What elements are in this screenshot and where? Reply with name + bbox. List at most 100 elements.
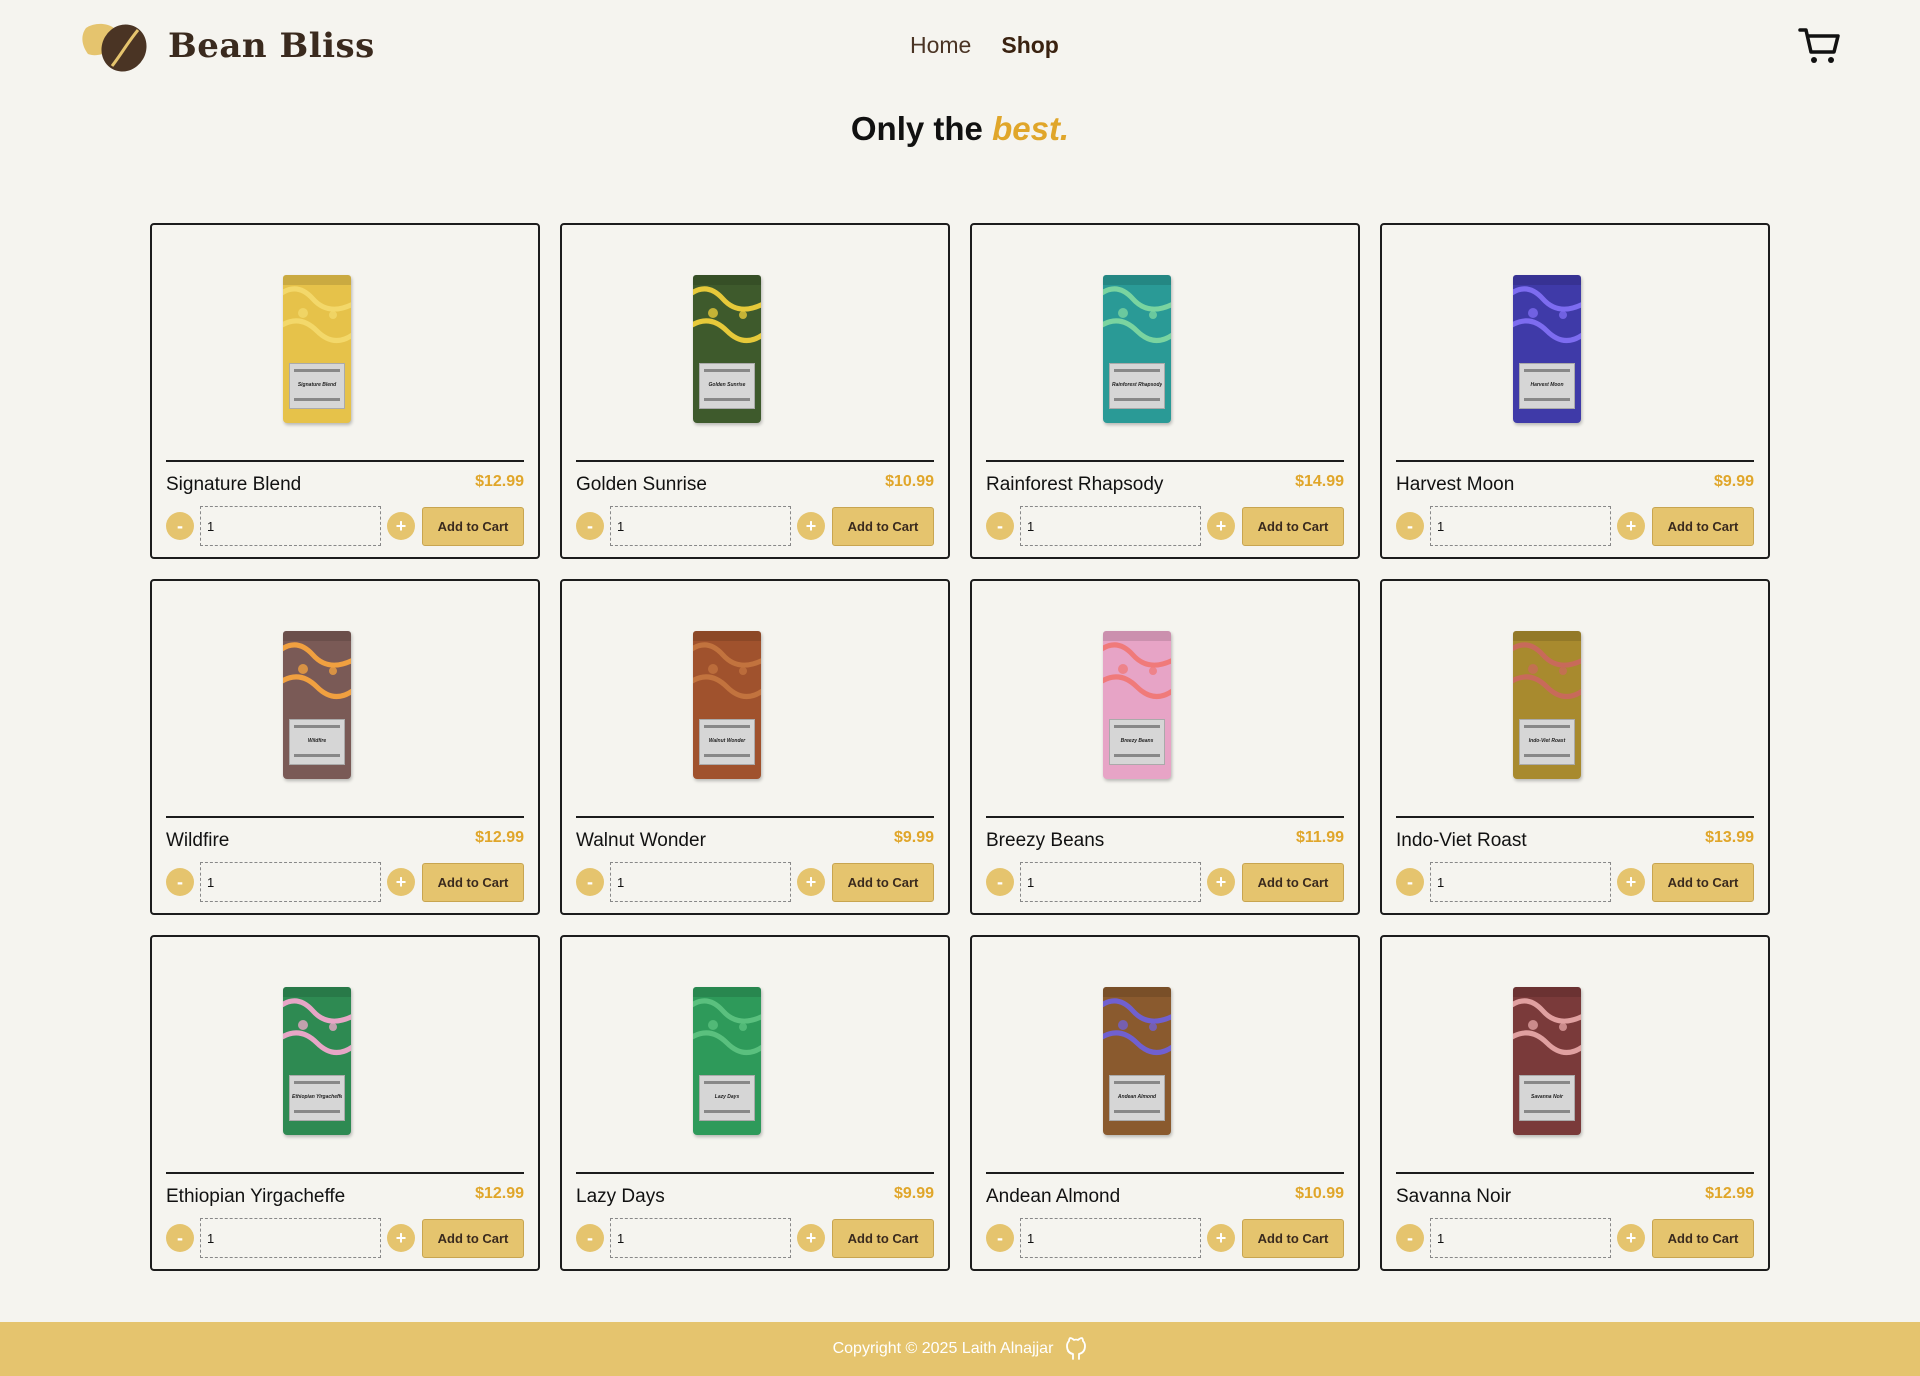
increase-quantity-button[interactable]: + bbox=[387, 868, 415, 896]
card-divider bbox=[986, 816, 1344, 818]
quantity-input[interactable] bbox=[610, 506, 791, 546]
add-to-cart-button[interactable]: Add to Cart bbox=[1652, 506, 1754, 546]
bag-label-text: Lazy Days bbox=[714, 1094, 740, 1100]
increase-quantity-button[interactable]: + bbox=[387, 512, 415, 540]
nav-home-link[interactable]: Home bbox=[910, 32, 971, 59]
add-to-cart-button[interactable]: Add to Cart bbox=[422, 506, 524, 546]
shopping-cart-icon[interactable] bbox=[1798, 26, 1842, 66]
product-image: Harvest Moon bbox=[1382, 275, 1768, 423]
brand-logo[interactable]: Bean Bliss bbox=[80, 18, 375, 74]
increase-quantity-button[interactable]: + bbox=[387, 1224, 415, 1252]
product-image: Breezy Beans bbox=[972, 631, 1358, 779]
quantity-controls: - + Add to Cart bbox=[1396, 862, 1754, 902]
product-name: Savanna Noir bbox=[1396, 1186, 1512, 1207]
brand-name: Bean Bliss bbox=[168, 26, 375, 66]
quantity-controls: - + Add to Cart bbox=[576, 1218, 934, 1258]
decrease-quantity-button[interactable]: - bbox=[986, 512, 1014, 540]
add-to-cart-button[interactable]: Add to Cart bbox=[1242, 862, 1344, 902]
add-to-cart-button[interactable]: Add to Cart bbox=[1242, 1218, 1344, 1258]
quantity-input[interactable] bbox=[1020, 862, 1201, 902]
increase-quantity-button[interactable]: + bbox=[1207, 868, 1235, 896]
quantity-input[interactable] bbox=[1020, 1218, 1201, 1258]
coffee-bag-image: Andean Almond bbox=[1103, 987, 1171, 1135]
card-divider bbox=[576, 816, 934, 818]
decrease-quantity-button[interactable]: - bbox=[986, 868, 1014, 896]
bag-label: Andean Almond bbox=[1109, 1075, 1165, 1121]
card-divider bbox=[576, 460, 934, 462]
decrease-quantity-button[interactable]: - bbox=[576, 1224, 604, 1252]
product-image: Savanna Noir bbox=[1382, 987, 1768, 1135]
coffee-bag-image: Signature Blend bbox=[283, 275, 351, 423]
site-header: Bean Bliss Home Shop bbox=[0, 0, 1920, 95]
decrease-quantity-button[interactable]: - bbox=[986, 1224, 1014, 1252]
decrease-quantity-button[interactable]: - bbox=[166, 868, 194, 896]
product-card: Golden Sunrise Golden Sunrise $10.99 - +… bbox=[560, 223, 950, 559]
increase-quantity-button[interactable]: + bbox=[1207, 512, 1235, 540]
bag-label-text: Golden Sunrise bbox=[708, 382, 746, 388]
increase-quantity-button[interactable]: + bbox=[1617, 512, 1645, 540]
coffee-bag-image: Harvest Moon bbox=[1513, 275, 1581, 423]
quantity-input[interactable] bbox=[1020, 506, 1201, 546]
quantity-input[interactable] bbox=[1430, 506, 1611, 546]
add-to-cart-button[interactable]: Add to Cart bbox=[832, 1218, 934, 1258]
card-divider bbox=[576, 1172, 934, 1174]
product-price: $12.99 bbox=[1705, 1185, 1754, 1202]
product-image: Lazy Days bbox=[562, 987, 948, 1135]
decrease-quantity-button[interactable]: - bbox=[1396, 512, 1424, 540]
decrease-quantity-button[interactable]: - bbox=[1396, 868, 1424, 896]
main-nav: Home Shop bbox=[910, 32, 1059, 59]
quantity-input[interactable] bbox=[200, 862, 381, 902]
github-icon[interactable] bbox=[1065, 1337, 1087, 1361]
decrease-quantity-button[interactable]: - bbox=[576, 512, 604, 540]
product-name: Harvest Moon bbox=[1396, 474, 1515, 495]
product-card: Savanna Noir Savanna Noir $12.99 - + Add… bbox=[1380, 935, 1770, 1271]
page-heading: Only the best. bbox=[0, 110, 1920, 148]
quantity-input[interactable] bbox=[1430, 862, 1611, 902]
add-to-cart-button[interactable]: Add to Cart bbox=[832, 506, 934, 546]
quantity-input[interactable] bbox=[200, 1218, 381, 1258]
add-to-cart-button[interactable]: Add to Cart bbox=[1242, 506, 1344, 546]
increase-quantity-button[interactable]: + bbox=[797, 512, 825, 540]
increase-quantity-button[interactable]: + bbox=[797, 1224, 825, 1252]
product-price: $12.99 bbox=[475, 473, 524, 490]
card-divider bbox=[1396, 1172, 1754, 1174]
bag-label-text: Wildfire bbox=[307, 738, 327, 744]
product-card: Signature Blend Signature Blend $12.99 -… bbox=[150, 223, 540, 559]
decrease-quantity-button[interactable]: - bbox=[1396, 1224, 1424, 1252]
product-price: $10.99 bbox=[1295, 1185, 1344, 1202]
quantity-input[interactable] bbox=[610, 1218, 791, 1258]
product-name: Golden Sunrise bbox=[576, 474, 707, 495]
product-image: Indo-Viet Roast bbox=[1382, 631, 1768, 779]
nav-shop-link[interactable]: Shop bbox=[1001, 32, 1059, 59]
add-to-cart-button[interactable]: Add to Cart bbox=[422, 862, 524, 902]
bag-label-text: Walnut Wonder bbox=[708, 738, 746, 744]
decrease-quantity-button[interactable]: - bbox=[576, 868, 604, 896]
add-to-cart-button[interactable]: Add to Cart bbox=[1652, 1218, 1754, 1258]
quantity-controls: - + Add to Cart bbox=[986, 862, 1344, 902]
add-to-cart-button[interactable]: Add to Cart bbox=[422, 1218, 524, 1258]
quantity-input[interactable] bbox=[610, 862, 791, 902]
quantity-controls: - + Add to Cart bbox=[166, 862, 524, 902]
quantity-controls: - + Add to Cart bbox=[166, 1218, 524, 1258]
product-card: Walnut Wonder Walnut Wonder $9.99 - + Ad… bbox=[560, 579, 950, 915]
coffee-bag-image: Indo-Viet Roast bbox=[1513, 631, 1581, 779]
increase-quantity-button[interactable]: + bbox=[797, 868, 825, 896]
coffee-bag-image: Golden Sunrise bbox=[693, 275, 761, 423]
increase-quantity-button[interactable]: + bbox=[1207, 1224, 1235, 1252]
copyright-text: Copyright © 2025 Laith Alnajjar bbox=[832, 1340, 1054, 1357]
heading-accent: best. bbox=[992, 110, 1070, 147]
product-price: $11.99 bbox=[1295, 829, 1344, 846]
decrease-quantity-button[interactable]: - bbox=[166, 512, 194, 540]
quantity-input[interactable] bbox=[200, 506, 381, 546]
coffee-bag-image: Savanna Noir bbox=[1513, 987, 1581, 1135]
bag-label-text: Andean Almond bbox=[1117, 1094, 1157, 1100]
add-to-cart-button[interactable]: Add to Cart bbox=[1652, 862, 1754, 902]
increase-quantity-button[interactable]: + bbox=[1617, 868, 1645, 896]
bag-label: Rainforest Rhapsody bbox=[1109, 363, 1165, 409]
product-name: Rainforest Rhapsody bbox=[986, 474, 1164, 495]
add-to-cart-button[interactable]: Add to Cart bbox=[832, 862, 934, 902]
bag-label: Savanna Noir bbox=[1519, 1075, 1575, 1121]
increase-quantity-button[interactable]: + bbox=[1617, 1224, 1645, 1252]
quantity-input[interactable] bbox=[1430, 1218, 1611, 1258]
decrease-quantity-button[interactable]: - bbox=[166, 1224, 194, 1252]
